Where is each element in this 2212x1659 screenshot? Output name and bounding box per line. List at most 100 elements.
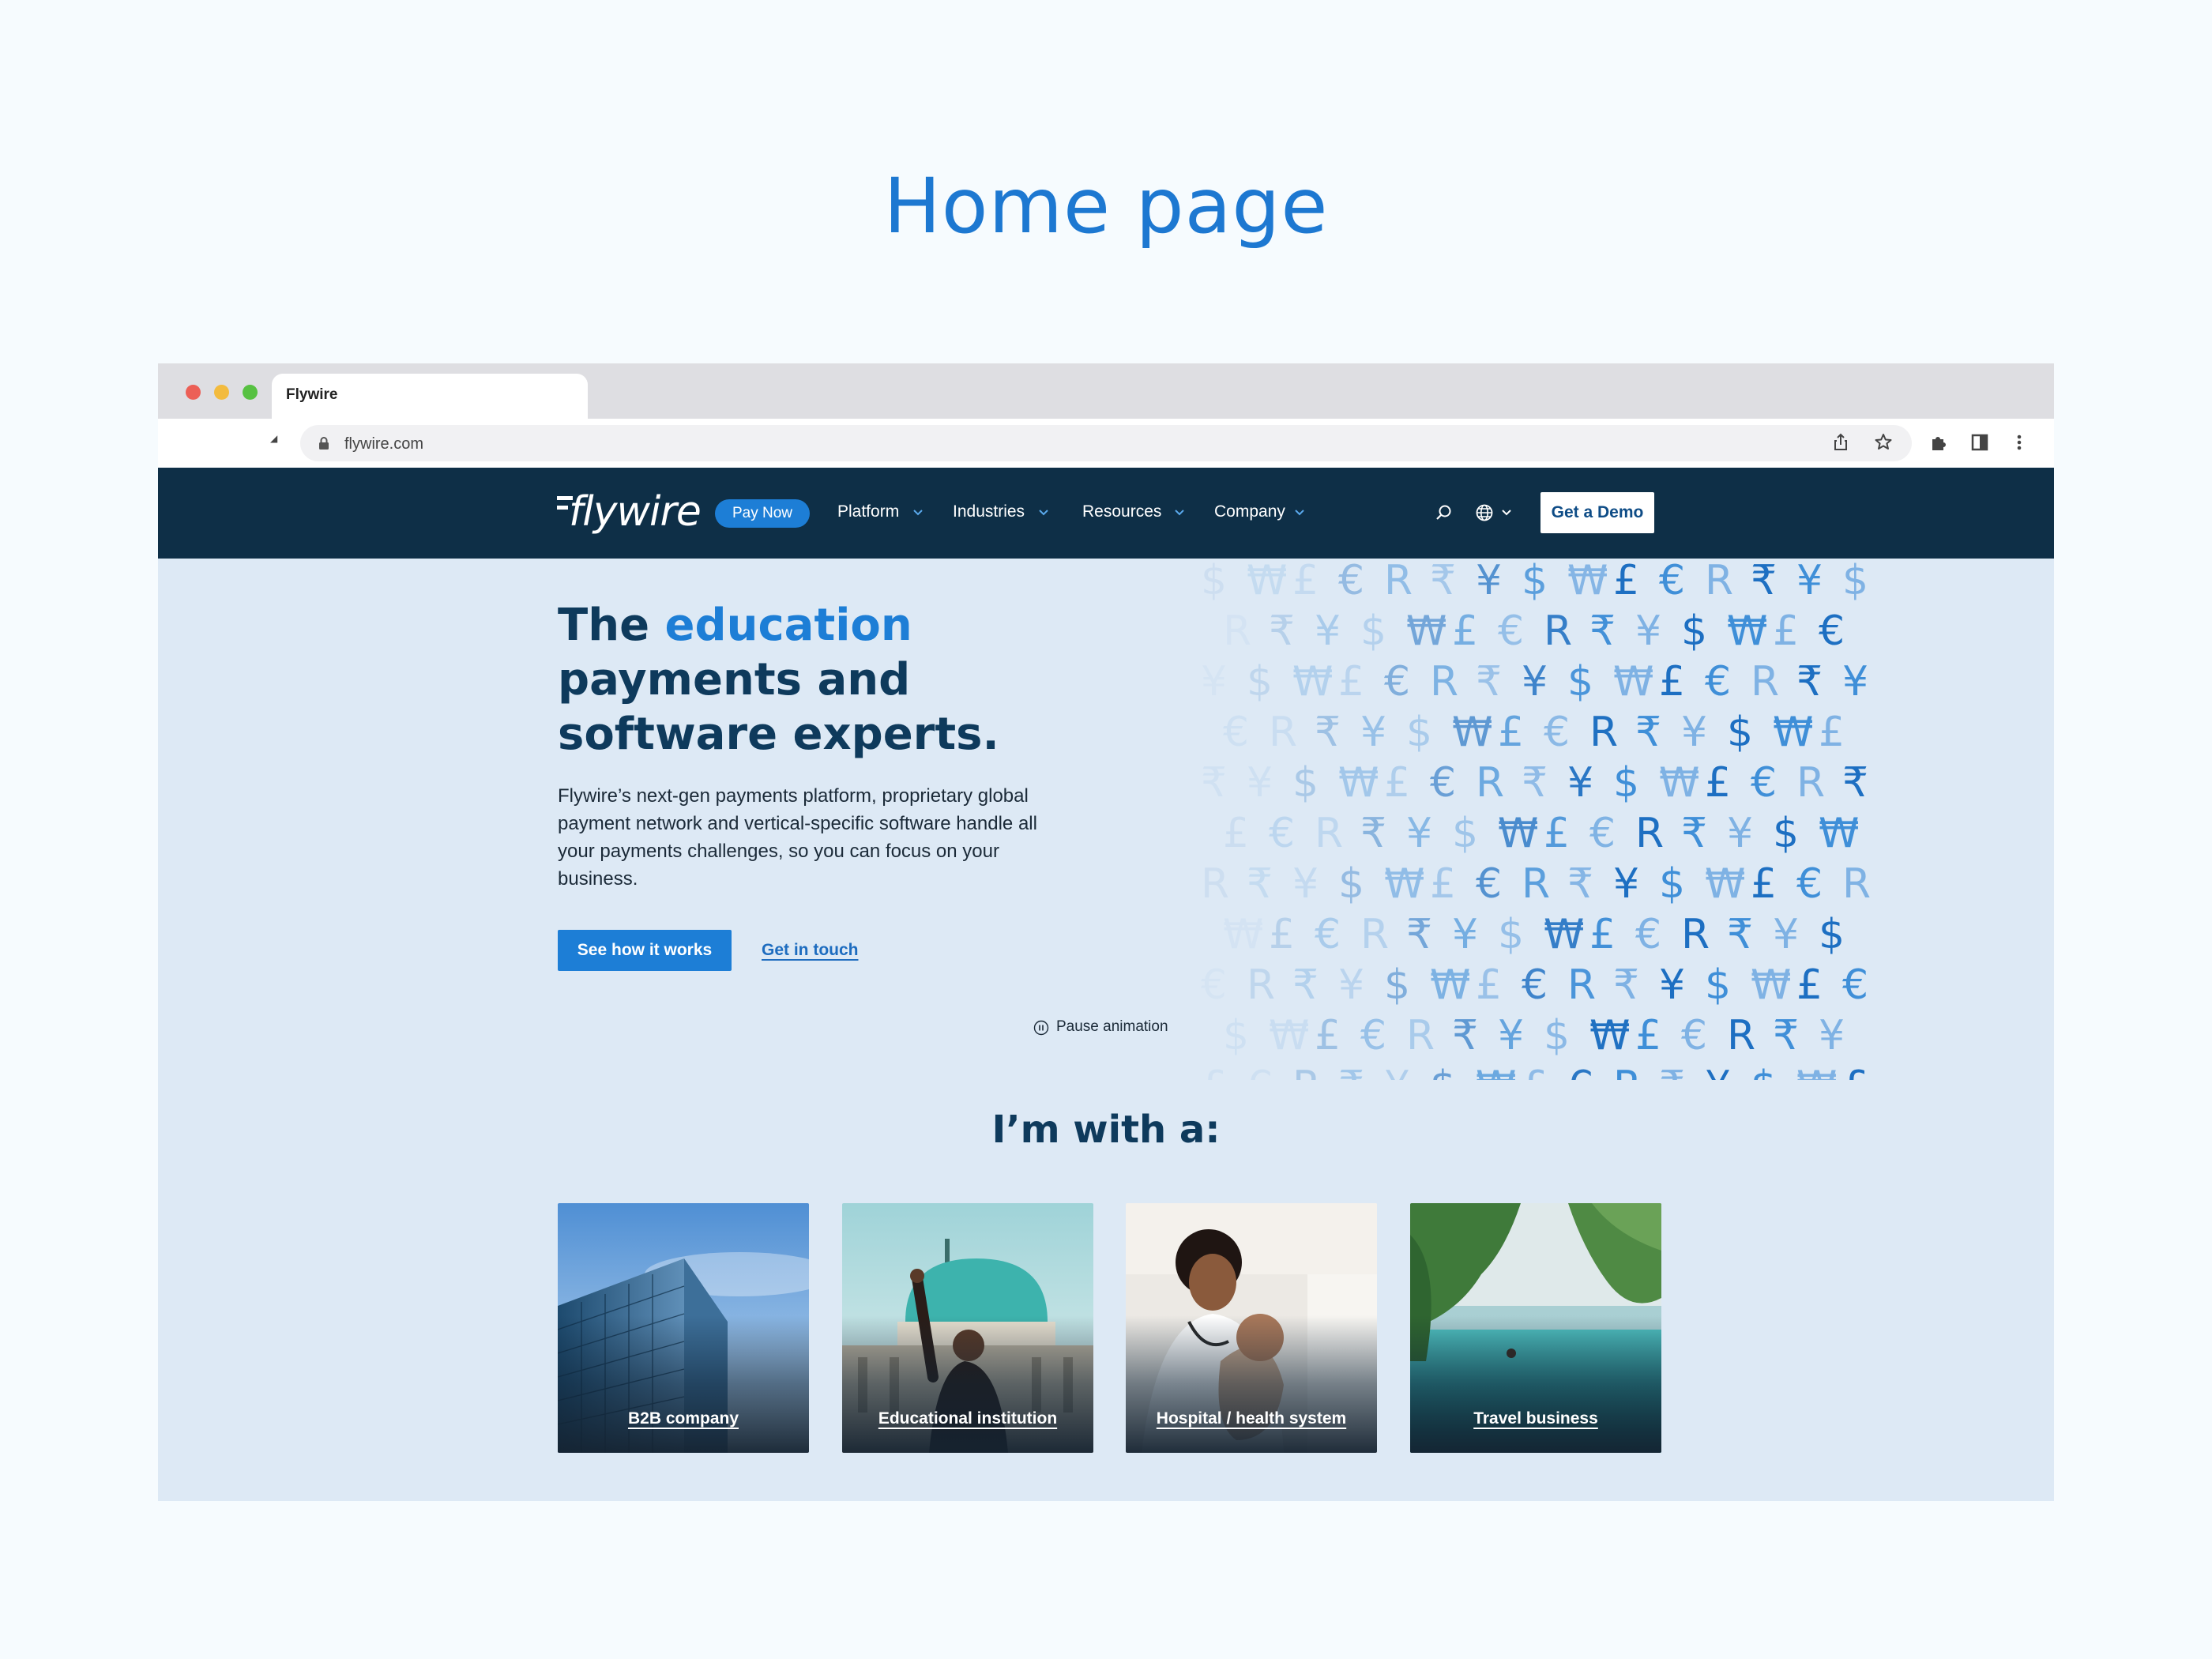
currency-symbol: $: [1360, 608, 1386, 655]
currency-symbol: ₹: [1292, 961, 1319, 1009]
currency-symbol: £: [1384, 759, 1410, 807]
address-bar[interactable]: flywire.com: [300, 425, 1912, 461]
globe-icon[interactable]: [1474, 502, 1495, 523]
hero-title-part2: payments and software experts.: [558, 654, 999, 760]
currency-symbol: ¥: [1360, 709, 1386, 756]
flywire-logo[interactable]: flywire: [569, 490, 702, 537]
segment-card-label: Hospital / health system: [1156, 1409, 1347, 1428]
currency-symbol: €: [1635, 911, 1661, 958]
currency-symbol: $: [1292, 759, 1319, 807]
currency-symbol: ₩: [1223, 911, 1263, 958]
currency-symbol: £: [1773, 608, 1799, 655]
lock-icon: [319, 437, 329, 450]
close-window-button[interactable]: [186, 385, 201, 400]
currency-symbol: $: [1773, 810, 1799, 857]
currency-symbol: €: [1522, 961, 1548, 1009]
currency-symbol: ¥: [1201, 658, 1227, 705]
currency-symbol: R: [1292, 1063, 1321, 1080]
currency-symbol: ¥: [1659, 961, 1685, 1009]
currency-symbol: R: [1751, 658, 1779, 705]
currency-symbol: ¥: [1842, 658, 1868, 705]
currency-symbol: €: [1360, 1012, 1386, 1059]
bookmark-star-icon[interactable]: [1872, 431, 1894, 453]
currency-symbol: ¥: [1522, 658, 1548, 705]
hero-title-part1: The: [558, 600, 665, 651]
currency-symbol: R: [1544, 608, 1572, 655]
pay-now-button[interactable]: Pay Now: [715, 499, 811, 528]
currency-symbol: ₹: [1430, 559, 1456, 604]
browser-tab[interactable]: Flywire: [272, 374, 588, 419]
currency-symbol: ₩: [1384, 860, 1424, 908]
currency-symbol: R: [1315, 810, 1343, 857]
nav-industries[interactable]: Industries: [953, 502, 1025, 521]
currency-symbol: $: [1223, 1012, 1249, 1059]
currency-symbol: €: [1705, 658, 1731, 705]
currency-symbol: £: [1430, 860, 1456, 908]
currency-symbol: ₩: [1796, 1063, 1837, 1080]
currency-symbol: $: [1727, 709, 1753, 756]
currency-symbol: £: [1819, 709, 1845, 756]
currency-symbol: ¥: [1819, 1012, 1845, 1059]
more-menu-icon[interactable]: [2008, 431, 2030, 453]
currency-symbol: ₹: [1842, 759, 1868, 807]
currency-symbol: ₹: [1613, 961, 1639, 1009]
currency-symbol: R: [1360, 911, 1389, 958]
nav-resources[interactable]: Resources: [1082, 502, 1161, 521]
currency-symbol: R: [1681, 911, 1710, 958]
pause-animation-label: Pause animation: [1056, 1018, 1168, 1035]
currency-symbol: ¥: [1567, 759, 1593, 807]
currency-symbol: €: [1751, 759, 1777, 807]
currency-symbol: $: [1247, 658, 1273, 705]
currency-symbol: €: [1796, 860, 1823, 908]
currency-symbol: ₩: [1659, 759, 1699, 807]
currency-symbol: €: [1842, 961, 1868, 1009]
currency-symbol: R: [1247, 961, 1275, 1009]
currency-symbol: £: [1315, 1012, 1341, 1059]
url-text: flywire.com: [344, 435, 424, 453]
currency-symbol: €: [1476, 860, 1502, 908]
currency-symbol: ₹: [1635, 709, 1661, 756]
see-how-it-works-button[interactable]: See how it works: [558, 930, 732, 971]
currency-symbol: €: [1567, 1063, 1593, 1080]
currency-symbol: £: [1452, 608, 1478, 655]
currency-symbol: R: [1842, 860, 1871, 908]
share-icon[interactable]: [1830, 431, 1852, 453]
segments-heading: I’m with a:: [991, 1108, 1221, 1152]
extensions-icon[interactable]: [1928, 431, 1950, 453]
currency-symbol: ₹: [1589, 608, 1616, 655]
currency-symbol: ₹: [1567, 860, 1593, 908]
chevron-down-icon[interactable]: [1501, 509, 1512, 517]
currency-symbol: ₹: [1522, 759, 1548, 807]
currency-symbol: R: [1269, 709, 1297, 756]
search-icon[interactable]: [1434, 502, 1454, 523]
currency-symbol: ₹: [1338, 1063, 1364, 1080]
segment-card-education[interactable]: Educational institution: [842, 1203, 1093, 1453]
currency-symbol: R: [1613, 1063, 1642, 1080]
currency-symbol: R: [1567, 961, 1596, 1009]
currency-symbol: £: [1292, 559, 1319, 604]
side-panel-icon[interactable]: [1969, 431, 1991, 453]
nav-platform[interactable]: Platform: [837, 502, 899, 521]
nav-company[interactable]: Company: [1214, 502, 1285, 521]
segment-card-health[interactable]: Hospital / health system: [1126, 1203, 1377, 1453]
segment-card-b2b[interactable]: B2B company: [558, 1203, 809, 1453]
currency-symbol: ₹: [1315, 709, 1341, 756]
history-caret-icon[interactable]: ◢: [270, 433, 277, 444]
currency-symbol: €: [1223, 709, 1249, 756]
currency-symbol: £: [1796, 961, 1823, 1009]
currency-symbol: ₩: [1819, 810, 1859, 857]
maximize-window-button[interactable]: [243, 385, 258, 400]
currency-symbol: ¥: [1406, 810, 1432, 857]
currency-symbol: R: [1406, 1012, 1435, 1059]
segment-card-travel[interactable]: Travel business: [1410, 1203, 1661, 1453]
currency-symbol: $: [1430, 1063, 1456, 1080]
get-in-touch-link[interactable]: Get in touch: [762, 941, 859, 960]
currency-symbol: R: [1476, 759, 1504, 807]
get-a-demo-button[interactable]: Get a Demo: [1540, 492, 1654, 533]
currency-symbol: ₹: [1406, 911, 1432, 958]
currency-symbol: €: [1269, 810, 1295, 857]
hero-title: The education payments and software expe…: [558, 598, 1111, 762]
minimize-window-button[interactable]: [214, 385, 229, 400]
currency-symbol: R: [1201, 860, 1229, 908]
currency-symbol: ₹: [1247, 860, 1273, 908]
